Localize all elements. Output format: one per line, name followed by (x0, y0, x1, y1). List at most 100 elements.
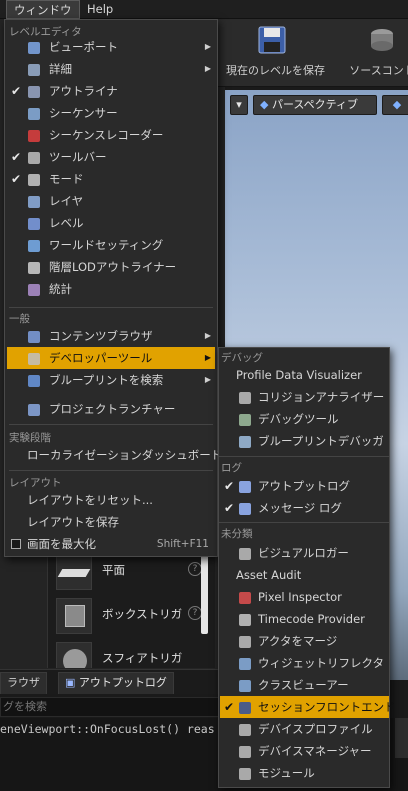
menu-item[interactable]: 階層LODアウトライナー (7, 256, 215, 278)
section-header: レイアウト (9, 477, 62, 489)
pixel-inspector-icon (238, 590, 252, 604)
menu-item[interactable]: Pixel Inspector (220, 586, 389, 608)
menu-item[interactable]: デバイスマネージャー (220, 740, 389, 762)
divider (219, 522, 389, 523)
menu-item-label: プロジェクトランチャー (49, 402, 176, 416)
menu-item[interactable]: コンテンツブラウザ ▶ (7, 325, 215, 347)
menu-item[interactable]: ✔ モード (7, 168, 215, 190)
list-scrollbar[interactable] (201, 552, 208, 634)
menu-item[interactable]: デバイスプロファイル (220, 718, 389, 740)
perspective-dropdown[interactable]: ◆ パースペクティブ (253, 95, 377, 115)
levels-icon (27, 216, 41, 230)
menu-item-label: Asset Audit (236, 568, 302, 582)
menu-item[interactable]: レイヤ (7, 190, 215, 212)
menu-item[interactable]: 詳細 ▶ (7, 58, 215, 80)
output-log-icon: ▣ (65, 676, 76, 689)
menu-item[interactable]: ウィジェットリフレクタ (220, 652, 389, 674)
tab-output-log[interactable]: ▣ アウトプットログ (58, 672, 174, 694)
menu-item[interactable]: ワールドセッティング (7, 234, 215, 256)
bottom-tab-bar: ラウザ ▣ アウトプットログ (0, 669, 225, 694)
menu-window[interactable]: ウィンドウ (6, 0, 80, 19)
shortcut-label: Shift+F11 (156, 538, 209, 550)
menu-item[interactable]: ブループリントデバッガ (220, 430, 389, 452)
log-side-button[interactable] (395, 718, 408, 758)
session-frontend-icon (238, 700, 252, 714)
modes-icon (27, 172, 41, 186)
checkmark-icon: ✔ (11, 84, 22, 98)
menu-item-label: クラスビューアー (258, 678, 349, 692)
help-icon[interactable]: ? (188, 562, 202, 576)
menu-item[interactable]: コリジョンアナライザー (220, 386, 389, 408)
section-header: ログ (221, 462, 242, 474)
menu-item[interactable]: Timecode Provider (220, 608, 389, 630)
menu-item[interactable]: ✔ ツールバー (7, 146, 215, 168)
menu-item[interactable]: ビューポート ▶ (7, 36, 215, 58)
section-header: 実験段階 (9, 432, 51, 444)
box-trigger-thumbnail (56, 598, 92, 634)
menu-item[interactable]: ブループリントを検索 ▶ (7, 369, 215, 391)
menu-item-asset-audit[interactable]: Asset Audit (220, 564, 389, 586)
perspective-label: パースペクティブ (271, 98, 358, 111)
menu-item-reset-layout[interactable]: レイアウトをリセット... (7, 489, 215, 511)
menu-item[interactable]: デベロッパーツール ▶ (7, 347, 215, 369)
menu-item-maximize[interactable]: 画面を最大化 Shift+F11 (7, 533, 215, 555)
menu-item-save-layout[interactable]: レイアウトを保存 (7, 511, 215, 533)
save-level-button[interactable]: 現在のレベルを保存 (226, 25, 325, 78)
tab-output-log-label: アウトプットログ (78, 676, 167, 689)
menu-item-visual-logger[interactable]: ビジュアルロガー (220, 542, 389, 564)
project-launcher-icon (27, 402, 41, 416)
viewport-toolbar: ▾ ◆ パースペクティブ ◆ (225, 93, 408, 117)
menu-item-label: セッションフロントエンド (258, 700, 396, 714)
menu-item[interactable]: 統計 (7, 278, 215, 300)
menu-item[interactable]: シーケンスレコーダー (7, 124, 215, 146)
content-browser-icon (27, 329, 41, 343)
list-item[interactable]: ボックストリガ ? (56, 594, 216, 638)
device-profiles-icon (238, 722, 252, 736)
source-control-button[interactable]: ソースコント (342, 25, 408, 78)
divider (9, 424, 213, 425)
menu-item-label: ウィジェットリフレクタ (258, 656, 385, 670)
world-settings-icon (27, 238, 41, 252)
menu-item[interactable]: レベル (7, 212, 215, 234)
menu-item-label: アウトプットログ (258, 479, 350, 493)
menu-item[interactable]: ✔ セッションフロントエンド (220, 696, 396, 718)
view-mode-dropdown[interactable]: ◆ (382, 95, 408, 115)
submenu-arrow-icon: ▶ (204, 331, 211, 340)
tab-content-browser[interactable]: ラウザ (0, 672, 47, 694)
floppy-icon (258, 26, 286, 54)
menu-item-label: Pixel Inspector (258, 590, 342, 604)
details-icon (27, 62, 41, 76)
menu-item-label: レベル (49, 216, 84, 230)
save-level-label: 現在のレベルを保存 (226, 64, 325, 77)
menu-item[interactable]: ✔ アウトプットログ (220, 475, 389, 497)
menu-item[interactable]: デバッグツール (220, 408, 389, 430)
submenu-arrow-icon: ▶ (204, 42, 211, 51)
menu-help[interactable]: Help (80, 0, 120, 19)
help-icon[interactable]: ? (188, 606, 202, 620)
menu-item-localization-dashboard[interactable]: ローカライゼーションダッシュボード (7, 444, 222, 466)
menu-item-label: デバイスプロファイル (258, 722, 373, 736)
viewport-options-dropdown[interactable]: ▾ (230, 95, 248, 115)
source-control-label: ソースコント (349, 64, 408, 77)
menu-item-label: 階層LODアウトライナー (49, 260, 177, 274)
menu-item[interactable]: シーケンサー (7, 102, 215, 124)
list-item[interactable]: スフィアトリガ (56, 638, 216, 668)
checkbox[interactable] (11, 539, 21, 549)
menu-item-profile-data-visualizer[interactable]: Profile Data Visualizer (220, 364, 389, 386)
menu-item-label: デバッグツール (258, 412, 339, 426)
menu-item-label: レイアウトをリセット... (27, 493, 153, 507)
log-search-input[interactable]: グを検索 (0, 697, 225, 717)
menu-item-label: ローカライゼーションダッシュボード (27, 448, 223, 462)
divider (9, 307, 213, 308)
visual-logger-icon (238, 546, 252, 560)
menu-item[interactable]: ✔ メッセージ ログ (220, 497, 389, 519)
menu-item[interactable]: ✔ アウトライナ (7, 80, 215, 102)
menu-item[interactable]: クラスビューアー (220, 674, 389, 696)
menu-item-label: Profile Data Visualizer (236, 368, 362, 382)
menu-item[interactable]: アクタをマージ (220, 630, 389, 652)
menu-item-label: レイアウトを保存 (27, 515, 119, 529)
menu-item[interactable]: プロジェクトランチャー (7, 398, 215, 420)
menu-item[interactable]: モジュール (220, 762, 389, 784)
developer-tools-submenu: デバッグ Profile Data Visualizer コリジョンアナライザー… (218, 347, 396, 788)
menu-item-label: ブループリントデバッガ (258, 434, 384, 448)
